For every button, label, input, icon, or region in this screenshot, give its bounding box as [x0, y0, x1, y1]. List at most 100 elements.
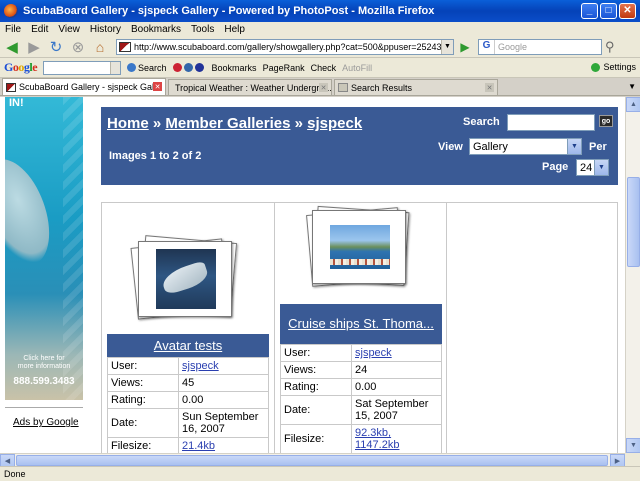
reload-icon[interactable]: ↻	[46, 38, 66, 56]
stop-icon[interactable]: ⊗	[68, 38, 88, 56]
item-views: 45	[178, 374, 269, 392]
breadcrumb-member-galleries[interactable]: Member Galleries	[165, 115, 290, 132]
settings-icon	[591, 62, 601, 72]
window-titlebar: ScubaBoard Gallery - sjspeck Gallery - P…	[0, 0, 640, 22]
scroll-up-arrow-icon[interactable]: ▲	[626, 97, 640, 112]
ads-by-google-link[interactable]: Ads by Google	[13, 417, 79, 428]
item-date: Sun September 16, 2007	[178, 408, 269, 438]
url-bar[interactable]: http://www.scubaboard.com/gallery/showga…	[116, 38, 454, 55]
close-button[interactable]: ✕	[619, 3, 636, 19]
tab-close-icon[interactable]: ✕	[153, 82, 162, 91]
window-title: ScubaBoard Gallery - sjspeck Gallery - P…	[23, 5, 435, 17]
harbor-photo-image	[330, 225, 390, 269]
toolbar-icons-group[interactable]	[172, 63, 206, 72]
item-filesize-link[interactable]: 92.3kb, 1147.2kb	[355, 427, 399, 451]
menu-history[interactable]: History	[85, 24, 126, 35]
item-rating: 0.00	[351, 378, 442, 396]
search-go-button[interactable]: go	[599, 115, 613, 127]
tab-list-dropdown-icon[interactable]: ▼	[628, 82, 636, 91]
google-toolbar-input[interactable]	[43, 60, 122, 75]
item-title-link[interactable]: Cruise ships St. Thoma...	[280, 304, 442, 344]
page-content: IN! Click here for more information 888.…	[0, 97, 625, 453]
minimize-button[interactable]: _	[581, 3, 598, 19]
chevron-down-icon[interactable]: ▼	[594, 160, 608, 175]
item-info-table: User: sjspeck Views: 45 Rating: 0.00 Date: S…	[107, 357, 269, 453]
forward-arrow-icon[interactable]: ▶	[24, 38, 44, 56]
menu-tools[interactable]: Tools	[186, 24, 219, 35]
menu-edit[interactable]: Edit	[26, 24, 53, 35]
item-user-link[interactable]: sjspeck	[182, 360, 219, 372]
home-icon[interactable]: ⌂	[90, 38, 110, 56]
gallery-search-input[interactable]	[507, 114, 595, 131]
bookmarks-button[interactable]: Bookmarks	[212, 63, 257, 73]
tab-scubaboard-gallery[interactable]: ScubaBoard Gallery - sjspeck Gal... ✕	[2, 78, 166, 95]
horizontal-scroll-thumb[interactable]	[16, 455, 608, 466]
search-icon[interactable]: ⚲	[605, 39, 615, 55]
browser-search-placeholder: Google	[498, 41, 528, 52]
per-page-select[interactable]: 24 ▼	[576, 159, 609, 176]
tab-bar: ScubaBoard Gallery - sjspeck Gal... ✕ Tr…	[0, 78, 640, 96]
ad-click-text: Click here for more information	[17, 355, 71, 370]
menu-help[interactable]: Help	[219, 24, 250, 35]
scrollbar-corner	[625, 453, 640, 466]
ad-headline: IN!	[9, 97, 24, 109]
ad-divider	[5, 407, 83, 408]
search-label: Search	[463, 116, 500, 128]
page-favicon-icon	[338, 83, 348, 92]
pagerank-indicator[interactable]: PageRank	[263, 63, 305, 73]
google-search-button[interactable]: Search	[127, 63, 167, 73]
tab-search-results[interactable]: Search Results ✕	[334, 79, 498, 95]
thumbnail-cruise-ships[interactable]	[306, 205, 410, 289]
gallery-item: Cruise ships St. Thoma... User: sjspeck V…	[275, 203, 447, 453]
horizontal-scrollbar[interactable]: ◀ ▶	[0, 453, 625, 467]
google-search-engine-icon[interactable]: G	[479, 39, 495, 54]
google-input-dropdown-icon[interactable]	[110, 61, 121, 74]
maximize-button[interactable]: □	[600, 3, 617, 19]
breadcrumb-user[interactable]: sjspeck	[307, 115, 362, 132]
autofill-button[interactable]: AutoFill	[342, 63, 372, 73]
menu-bar: File Edit View History Bookmarks Tools H…	[0, 22, 640, 36]
scroll-down-arrow-icon[interactable]: ▼	[626, 438, 640, 453]
browser-search-box[interactable]: G Google	[478, 38, 602, 55]
thumbnail-avatar-tests[interactable]	[130, 235, 239, 320]
url-dropdown-icon[interactable]: ▼	[441, 39, 453, 54]
vertical-scrollbar[interactable]: ▲ ▼	[625, 97, 640, 453]
item-views: 24	[351, 361, 442, 379]
tab-close-icon[interactable]: ✕	[319, 83, 328, 92]
go-arrow-icon[interactable]: ▶	[458, 40, 472, 54]
chevron-down-icon[interactable]: ▼	[567, 139, 581, 154]
tab-tropical-weather[interactable]: Tropical Weather : Weather Undergro... ✕	[168, 79, 332, 95]
google-settings-button[interactable]: Settings	[591, 62, 636, 72]
menu-bookmarks[interactable]: Bookmarks	[126, 24, 186, 35]
star-icon[interactable]	[194, 63, 204, 72]
popup-blocker-icon[interactable]	[183, 63, 193, 72]
firefox-icon	[4, 4, 18, 18]
menu-view[interactable]: View	[53, 24, 85, 35]
back-arrow-icon[interactable]: ◀	[2, 38, 22, 56]
item-user-link[interactable]: sjspeck	[355, 347, 392, 359]
menu-file[interactable]: File	[0, 24, 26, 35]
breadcrumb: Home » Member Galleries » sjspeck	[107, 115, 363, 132]
navigation-toolbar: ◀ ▶ ↻ ⊗ ⌂ http://www.scubaboard.com/gall…	[0, 36, 640, 58]
shark-photo-image	[156, 249, 216, 309]
google-logo: Google	[4, 60, 38, 74]
url-text: http://www.scubaboard.com/gallery/showga…	[134, 41, 442, 52]
tab-close-icon[interactable]: ✕	[485, 83, 494, 92]
breadcrumb-home[interactable]: Home	[107, 115, 149, 132]
item-filesize-link[interactable]: 21.4kb	[182, 440, 215, 452]
item-title-link[interactable]: Avatar tests	[107, 334, 269, 357]
gallery-header: Home » Member Galleries » sjspeck Images…	[101, 107, 618, 185]
ad-shark-image	[5, 150, 63, 274]
spellcheck-button[interactable]: Check	[311, 63, 337, 73]
status-text: Done	[4, 469, 26, 479]
image-count: Images 1 to 2 of 2	[109, 150, 202, 162]
view-select[interactable]: Gallery ▼	[469, 138, 582, 155]
item-date: Sat September 15, 2007	[351, 395, 442, 425]
ad-phone: 888.599.3483	[13, 376, 75, 387]
scuba-ad-banner[interactable]: IN! Click here for more information 888.…	[5, 97, 83, 400]
site-favicon-icon	[119, 41, 131, 52]
vertical-scroll-thumb[interactable]	[627, 177, 640, 267]
scubaboard-favicon-icon	[6, 82, 16, 92]
page-label: Page	[542, 161, 569, 173]
news-icon[interactable]	[172, 63, 182, 72]
